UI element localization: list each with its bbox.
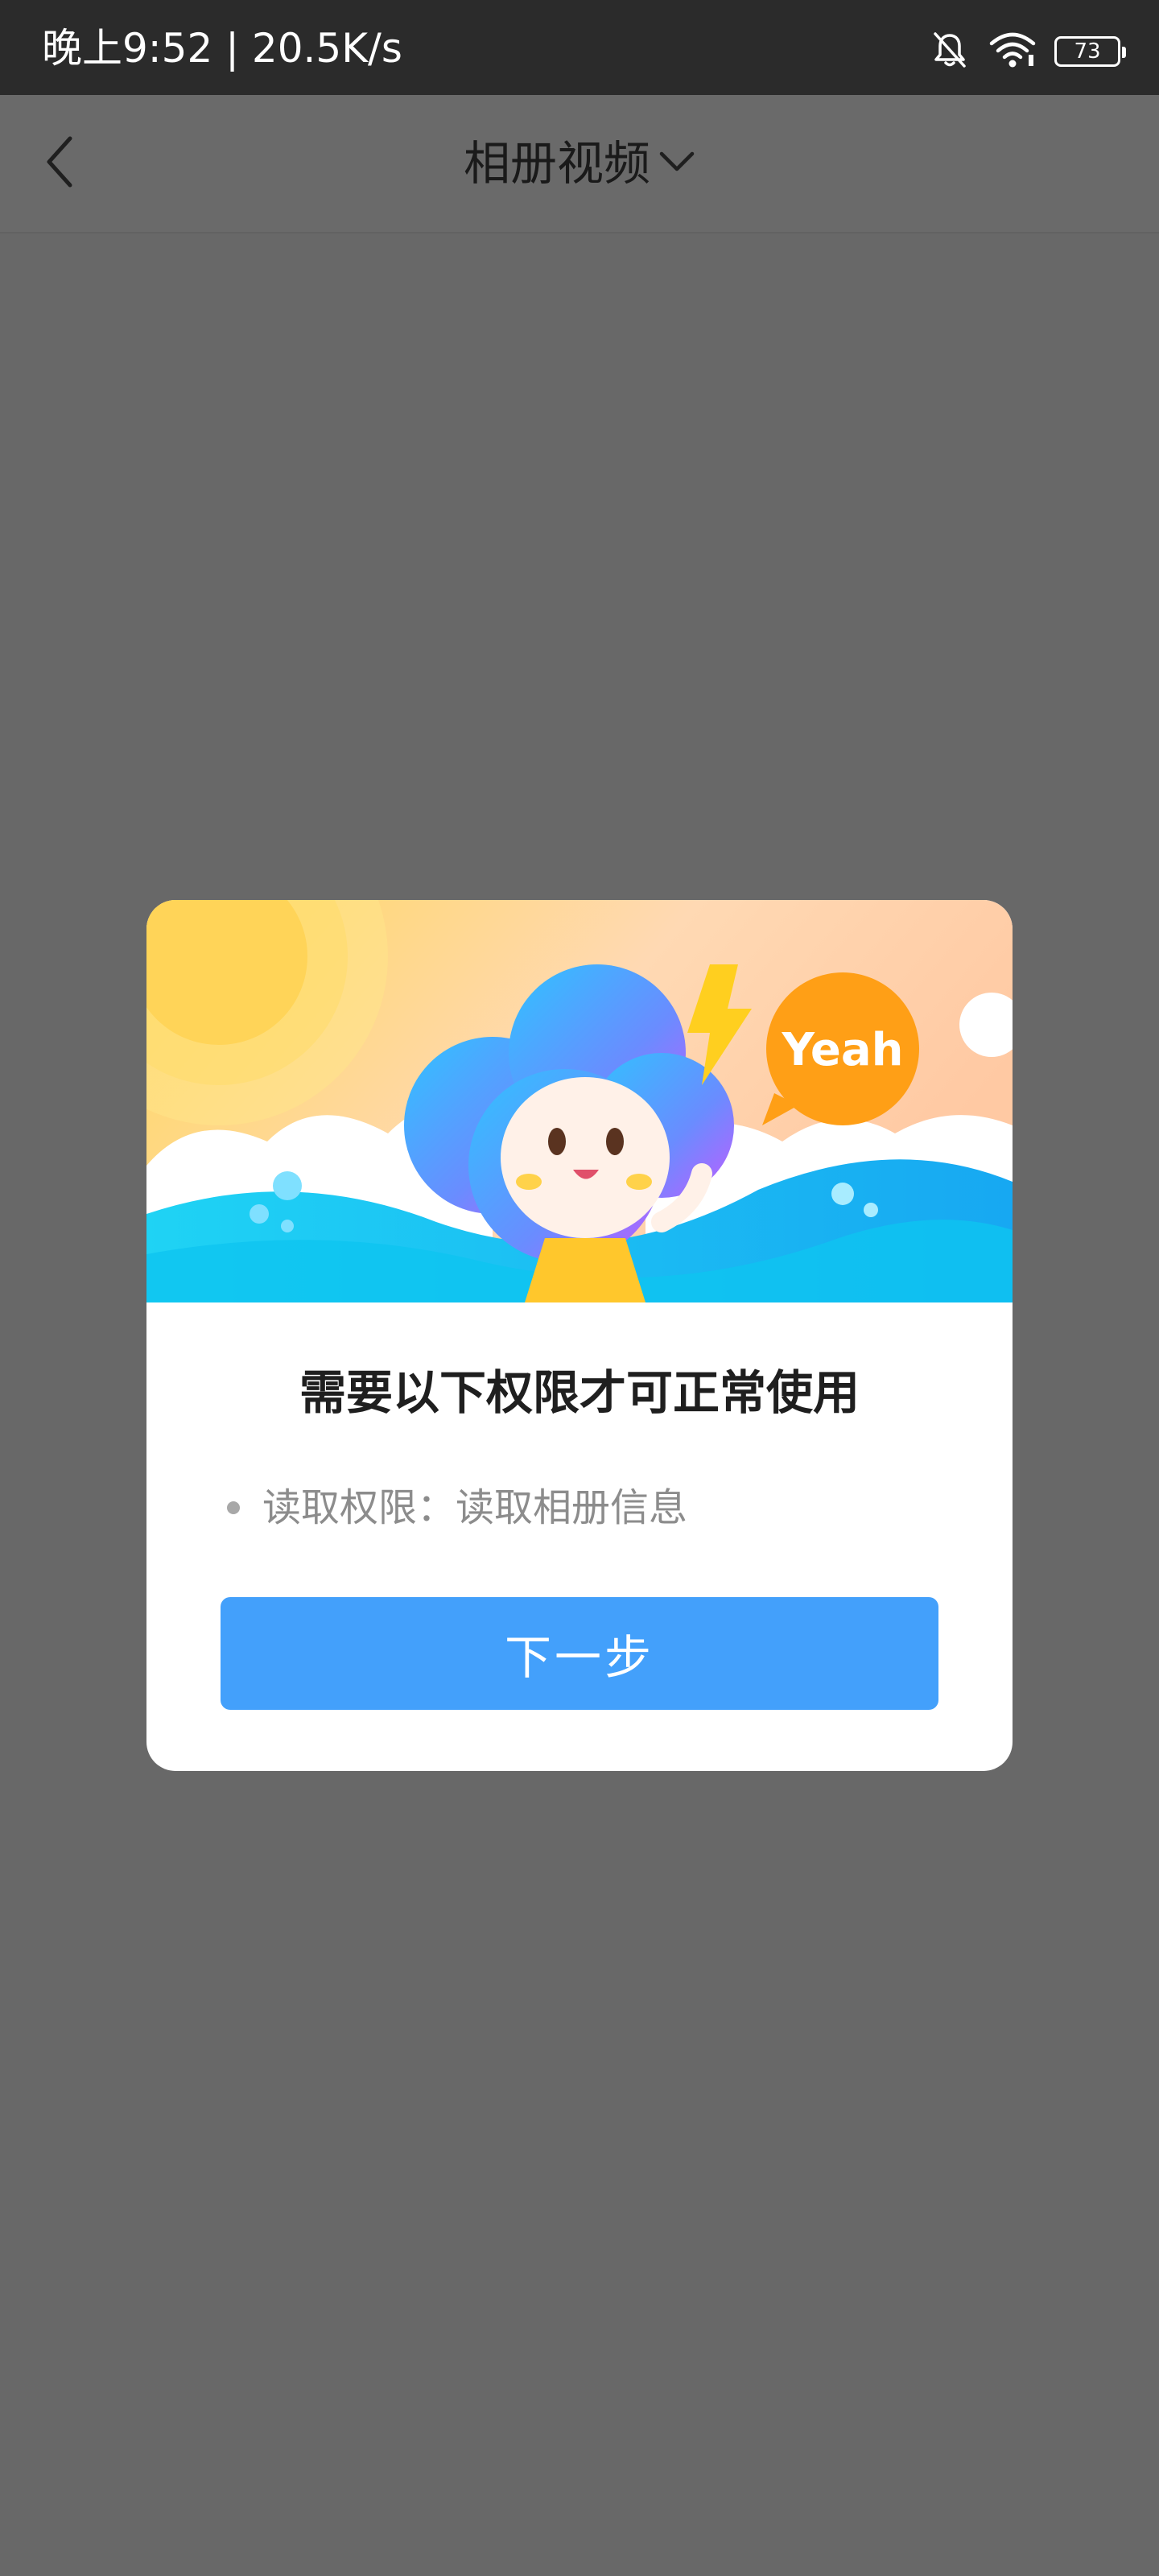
speech-bubble-text: Yeah bbox=[781, 1024, 903, 1076]
dialog-title: 需要以下权限才可正常使用 bbox=[299, 1365, 860, 1420]
dialog-banner-illustration: Yeah bbox=[146, 900, 1013, 1302]
screen: 晚上9:52 | 20.5K/s 73 相册视频 Yeah 需要以下权限才可正常… bbox=[0, 0, 1159, 2576]
next-step-label: 下一步 bbox=[504, 1630, 654, 1685]
status-time-speed: 晚上9:52 | 20.5K/s bbox=[42, 25, 402, 72]
battery-level: 73 bbox=[1074, 39, 1101, 64]
next-step-button[interactable]: 下一步 bbox=[221, 1597, 938, 1710]
permission-dialog: Yeah 需要以下权限才可正常使用 读取权限：读取相册信息 下一步 bbox=[146, 900, 1013, 1771]
status-icons: 73 bbox=[929, 29, 1126, 74]
permission-text: 读取权限：读取相册信息 bbox=[262, 1485, 688, 1530]
permission-item: 读取权限：读取相册信息 bbox=[227, 1480, 687, 1536]
album-selector[interactable]: 相册视频 bbox=[0, 127, 1159, 200]
battery-icon: 73 bbox=[1054, 36, 1126, 67]
page-title: 相册视频 bbox=[463, 136, 650, 191]
wifi-icon bbox=[988, 31, 1037, 72]
chevron-down-icon bbox=[658, 150, 695, 177]
bell-off-icon bbox=[929, 29, 971, 74]
status-bar: 晚上9:52 | 20.5K/s 73 bbox=[0, 0, 1159, 95]
top-nav: 相册视频 bbox=[0, 95, 1159, 233]
bullet-dot bbox=[227, 1501, 240, 1514]
